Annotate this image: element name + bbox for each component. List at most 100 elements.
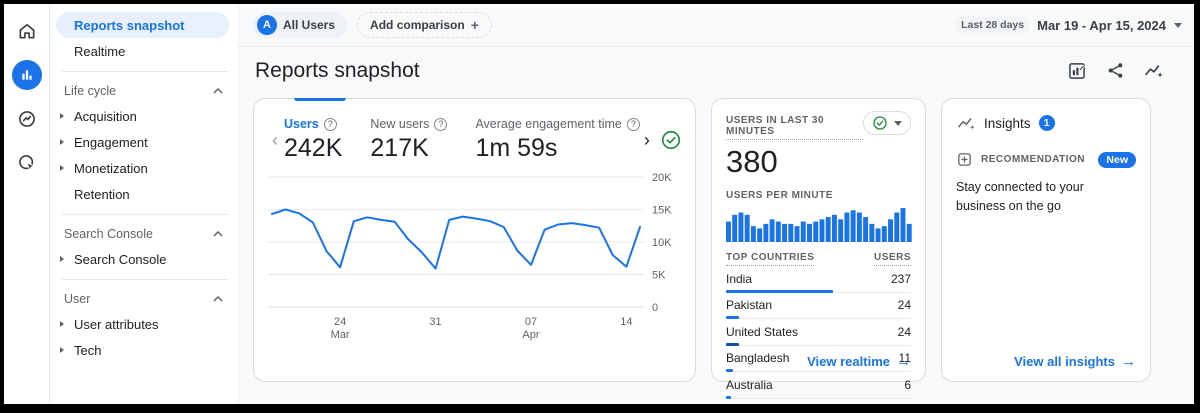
country-row[interactable]: Pakistan24 bbox=[726, 293, 911, 320]
check-circle-icon bbox=[872, 115, 888, 131]
metric-average-engagement-time[interactable]: Average engagement time?1m 59s bbox=[475, 117, 639, 163]
realtime-card: USERS IN LAST 30 MINUTES 380 USERS PER M… bbox=[711, 98, 926, 382]
active-metric-indicator bbox=[294, 98, 346, 101]
new-badge: New bbox=[1098, 152, 1136, 168]
metric-list: Users?242KNew users?217KAverage engageme… bbox=[284, 117, 640, 163]
view-all-insights-link[interactable]: View all insights → bbox=[1014, 353, 1136, 370]
sidebar-divider bbox=[62, 279, 229, 280]
date-range-picker[interactable]: Last 28 days Mar 19 - Apr 15, 2024 bbox=[956, 17, 1182, 33]
svg-text:20K: 20K bbox=[652, 172, 672, 184]
users-header[interactable]: USERS bbox=[874, 252, 911, 266]
view-realtime-link[interactable]: View realtime → bbox=[807, 353, 911, 370]
help-icon[interactable]: ? bbox=[627, 118, 640, 131]
sidebar-item-reports-snapshot[interactable]: Reports snapshot bbox=[56, 12, 229, 38]
expand-arrow-icon[interactable] bbox=[60, 256, 64, 262]
ga4-window: Reports snapshotRealtimeLife cycleAcquis… bbox=[0, 0, 1200, 413]
metric-value: 1m 59s bbox=[475, 134, 639, 163]
insights-spark-icon bbox=[956, 113, 976, 133]
chevron-down-icon bbox=[894, 121, 902, 126]
chevron-up-icon bbox=[213, 231, 223, 237]
share-icon[interactable] bbox=[1104, 60, 1126, 82]
chevron-up-icon bbox=[213, 296, 223, 302]
date-preset-chip: Last 28 days bbox=[956, 17, 1029, 33]
segment-label: All Users bbox=[283, 18, 335, 32]
expand-arrow-icon[interactable] bbox=[60, 139, 64, 145]
realtime-status-dropdown[interactable] bbox=[863, 111, 911, 135]
sidebar-section-life-cycle[interactable]: Life cycle bbox=[50, 79, 237, 103]
realtime-users-value: 380 bbox=[726, 144, 911, 180]
users-trend-line-chart[interactable]: 05K10K15K20K24Mar3107Apr14 bbox=[268, 169, 680, 351]
country-row[interactable]: United States24 bbox=[726, 319, 911, 346]
segment-avatar: A bbox=[257, 15, 277, 35]
sidebar-section-user[interactable]: User bbox=[50, 287, 237, 311]
insights-card: Insights 1 RECOMMENDATION New Stay conne… bbox=[941, 98, 1151, 382]
chevron-left-icon[interactable]: ‹ bbox=[268, 130, 282, 151]
sidebar-section-search-console[interactable]: Search Console bbox=[50, 222, 237, 246]
svg-text:10K: 10K bbox=[652, 237, 672, 249]
sidebar-divider bbox=[62, 71, 229, 72]
sidebar-divider bbox=[62, 214, 229, 215]
country-bar bbox=[726, 396, 731, 399]
help-icon[interactable]: ? bbox=[324, 118, 337, 131]
sidebar-item-tech[interactable]: Tech bbox=[50, 337, 229, 363]
sidebar-item-retention[interactable]: Retention bbox=[50, 181, 229, 207]
chevron-right-icon[interactable]: › bbox=[640, 130, 654, 151]
expand-arrow-icon[interactable] bbox=[60, 165, 64, 171]
expand-arrow-icon[interactable] bbox=[60, 321, 64, 327]
date-range-text: Mar 19 - Apr 15, 2024 bbox=[1037, 18, 1166, 33]
svg-text:5K: 5K bbox=[652, 270, 666, 282]
home-icon[interactable] bbox=[12, 16, 42, 46]
sidebar-item-search-console[interactable]: Search Console bbox=[50, 246, 229, 272]
reports-icon[interactable] bbox=[12, 60, 42, 90]
comparison-bar: A All Users Add comparison + Last 28 day… bbox=[237, 4, 1194, 47]
arrow-right-icon: → bbox=[1121, 353, 1136, 370]
insights-icon[interactable] bbox=[1142, 60, 1164, 82]
sidebar-item-engagement[interactable]: Engagement bbox=[50, 129, 229, 155]
chevron-down-icon bbox=[1174, 23, 1182, 28]
svg-text:0: 0 bbox=[652, 302, 658, 314]
explore-icon[interactable] bbox=[12, 104, 42, 134]
top-countries-table: India237Pakistan24United States24Banglad… bbox=[726, 266, 911, 399]
main-content: A All Users Add comparison + Last 28 day… bbox=[237, 4, 1194, 404]
realtime-title: USERS IN LAST 30 MINUTES bbox=[726, 115, 863, 140]
sidebar-item-monetization[interactable]: Monetization bbox=[50, 155, 229, 181]
expand-arrow-icon[interactable] bbox=[60, 113, 64, 119]
cards-row: ‹ Users?242KNew users?217KAverage engage… bbox=[237, 94, 1194, 382]
add-comparison-button[interactable]: Add comparison + bbox=[357, 12, 492, 38]
svg-text:Mar: Mar bbox=[331, 329, 350, 341]
country-row[interactable]: Australia6 bbox=[726, 372, 911, 399]
svg-text:24: 24 bbox=[334, 316, 346, 328]
recommendation-label: RECOMMENDATION bbox=[981, 154, 1090, 165]
insights-count-badge: 1 bbox=[1039, 115, 1055, 131]
top-countries-header[interactable]: TOP COUNTRIES bbox=[726, 252, 814, 266]
svg-text:31: 31 bbox=[429, 316, 441, 328]
expand-arrow-icon[interactable] bbox=[60, 347, 64, 353]
chevron-up-icon bbox=[213, 88, 223, 94]
page-title: Reports snapshot bbox=[255, 59, 420, 83]
svg-text:07: 07 bbox=[525, 316, 537, 328]
svg-text:14: 14 bbox=[620, 316, 632, 328]
sidebar-item-acquisition[interactable]: Acquisition bbox=[50, 103, 229, 129]
metric-value: 217K bbox=[370, 134, 447, 163]
insight-text[interactable]: Stay connected to your business on the g… bbox=[956, 178, 1136, 216]
all-users-segment[interactable]: A All Users bbox=[253, 12, 347, 38]
customize-report-icon[interactable] bbox=[1066, 60, 1088, 82]
plus-icon: + bbox=[471, 17, 479, 33]
svg-text:Apr: Apr bbox=[522, 329, 539, 341]
recommendation-icon bbox=[956, 151, 973, 168]
users-per-minute-bar-chart[interactable] bbox=[726, 205, 913, 242]
insights-title: Insights bbox=[984, 116, 1031, 131]
arrow-right-icon: → bbox=[896, 353, 911, 370]
metric-users[interactable]: Users?242K bbox=[284, 117, 342, 163]
users-per-minute-label: USERS PER MINUTE bbox=[726, 190, 911, 201]
sidebar-item-realtime[interactable]: Realtime bbox=[50, 38, 229, 64]
advertising-icon[interactable] bbox=[12, 148, 42, 178]
report-nav-drawer: Reports snapshotRealtime Life cycleAcquis… bbox=[50, 4, 237, 404]
data-quality-icon[interactable] bbox=[660, 129, 682, 151]
metric-new-users[interactable]: New users?217K bbox=[370, 117, 447, 163]
metric-carousel: ‹ Users?242KNew users?217KAverage engage… bbox=[268, 117, 681, 163]
country-row[interactable]: India237 bbox=[726, 266, 911, 293]
help-icon[interactable]: ? bbox=[434, 118, 447, 131]
sidebar-item-user-attributes[interactable]: User attributes bbox=[50, 311, 229, 337]
metric-value: 242K bbox=[284, 134, 342, 163]
